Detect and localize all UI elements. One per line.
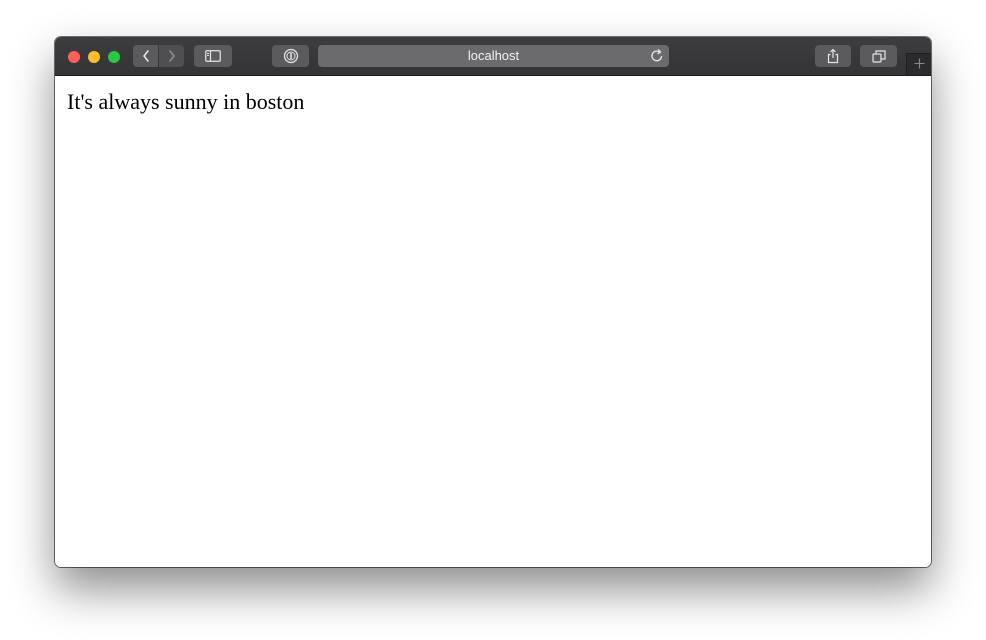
address-bar[interactable]: localhost	[318, 45, 669, 67]
sidebar-button[interactable]	[194, 45, 232, 67]
back-button[interactable]	[133, 45, 158, 67]
forward-button[interactable]	[159, 45, 184, 67]
web-page-content: It's always sunny in boston	[55, 76, 931, 567]
share-button[interactable]	[815, 45, 851, 67]
password-manager-button[interactable]	[272, 45, 309, 67]
minimize-light-icon[interactable]	[88, 51, 100, 63]
tabs-overview-icon	[871, 49, 886, 63]
plus-icon	[914, 56, 925, 74]
tab-overview-button[interactable]	[860, 45, 897, 67]
password-manager-icon	[283, 48, 299, 64]
chevron-right-icon	[167, 49, 177, 63]
close-light-icon[interactable]	[68, 51, 80, 63]
new-tab-button[interactable]	[906, 53, 931, 75]
browser-toolbar: localhost	[55, 37, 931, 76]
page-text: It's always sunny in boston	[67, 89, 305, 114]
reload-icon[interactable]	[650, 48, 664, 70]
sidebar-icon	[205, 50, 221, 62]
maximize-light-icon[interactable]	[108, 51, 120, 63]
address-bar-url: localhost	[467, 48, 520, 63]
chevron-left-icon	[141, 49, 151, 63]
share-icon	[826, 48, 840, 64]
browser-window: localhost It's always sunny in boston	[55, 37, 931, 567]
